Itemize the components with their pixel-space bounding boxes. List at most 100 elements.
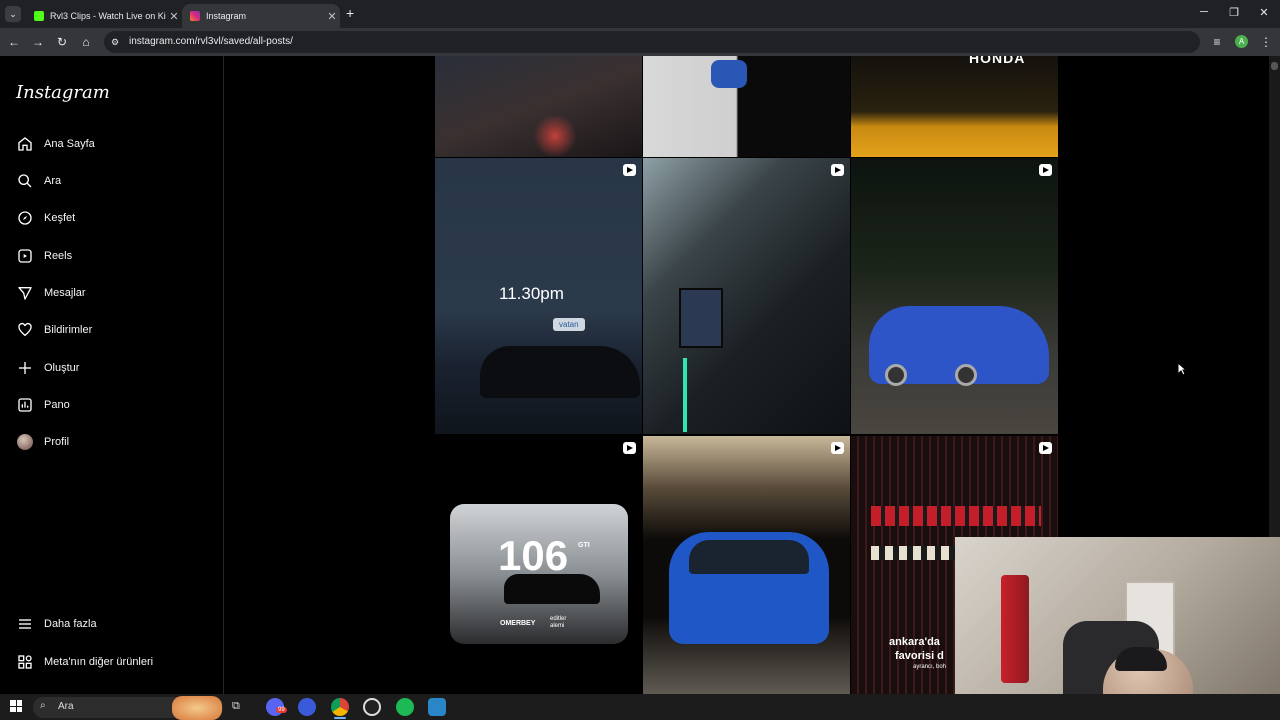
scrollbar-thumb[interactable] — [1271, 62, 1278, 70]
avatar-icon — [16, 433, 34, 451]
tab-search-button[interactable]: ⌄ — [5, 6, 21, 22]
hanging-scarf — [1001, 575, 1029, 683]
sidebar-item-create[interactable]: Oluştur — [12, 353, 212, 383]
tail-lights — [525, 116, 585, 156]
sidebar-item-label: Mesajlar — [44, 287, 86, 299]
car-shape — [504, 574, 600, 604]
close-window-icon[interactable]: ✕ — [1256, 6, 1272, 19]
spotify-icon[interactable] — [396, 698, 414, 716]
saved-post-tile[interactable]: 106 GTI OMERBEY editler alemi — [435, 436, 642, 694]
discord-badge: 99 — [276, 707, 287, 713]
plus-icon — [16, 359, 34, 377]
reload-icon[interactable]: ↻ — [54, 34, 70, 50]
sweater-pattern — [871, 506, 1041, 526]
mouse-cursor — [1177, 361, 1188, 381]
sidebar-item-dashboard[interactable]: Pano — [12, 390, 212, 420]
sidebar-item-label: Reels — [44, 250, 73, 262]
url-text[interactable]: instagram.com/rvl3vl/saved/all-posts/ — [129, 36, 293, 47]
promo-sup: GTI — [578, 542, 590, 549]
saved-post-tile[interactable]: HONDA — [851, 56, 1058, 157]
minimize-icon[interactable]: ─ — [1196, 6, 1212, 18]
saved-post-tile[interactable]: 11.30pm vatan — [435, 158, 642, 434]
forward-icon[interactable]: → — [30, 34, 46, 50]
app-icon[interactable] — [428, 698, 446, 716]
task-view-icon[interactable]: ⧉ — [232, 700, 240, 713]
saved-post-tile[interactable] — [851, 158, 1058, 434]
tab-instagram[interactable]: Instagram ✕ — [182, 4, 340, 28]
car-shape — [480, 346, 640, 398]
ambient-light — [683, 358, 687, 432]
time-caption: 11.30pm — [499, 284, 564, 303]
site-info-icon[interactable]: ⚙ — [111, 37, 119, 48]
sidebar-item-messages[interactable]: Mesajlar — [12, 278, 212, 308]
reel-icon — [831, 164, 844, 176]
close-tab-icon[interactable]: ✕ — [166, 10, 182, 23]
profile-avatar[interactable]: A — [1235, 35, 1248, 48]
close-tab-icon[interactable]: ✕ — [324, 10, 340, 23]
sweater-caption: favorisi d — [895, 650, 944, 662]
sidebar-item-label: Oluştur — [44, 362, 80, 374]
kick-favicon-icon — [34, 11, 44, 21]
new-tab-button[interactable]: + — [346, 5, 354, 21]
kebab-menu-icon[interactable]: ⋮ — [1258, 34, 1274, 50]
send-icon — [16, 284, 34, 302]
sidebar-item-label: Meta'nın diğer ürünleri — [44, 656, 154, 668]
sweater-caption: ayrancı, boh — [913, 664, 947, 670]
saved-post-tile[interactable] — [643, 56, 850, 157]
reel-icon — [831, 442, 844, 454]
sidebar-item-search[interactable]: Ara — [12, 166, 212, 196]
sidebar-item-label: Ana Sayfa — [44, 138, 95, 150]
saved-post-tile[interactable] — [435, 56, 642, 157]
browser-tab-strip: ⌄ Rvl3 Clips - Watch Live on Kick ✕ Inst… — [0, 0, 1280, 28]
apps-icon — [16, 653, 34, 671]
windows-start-icon[interactable] — [10, 700, 22, 712]
promo-brand: OMERBEY — [500, 620, 536, 627]
reading-list-icon[interactable]: ≡ — [1209, 34, 1225, 50]
wheel — [955, 364, 977, 386]
promo-number: 106 — [498, 532, 569, 579]
sidebar-item-more[interactable]: Daha fazla — [12, 609, 212, 639]
sidebar-item-meta-products[interactable]: Meta'nın diğer ürünleri — [12, 647, 212, 677]
reels-icon — [16, 247, 34, 265]
menu-icon — [16, 615, 34, 633]
saved-post-tile[interactable] — [643, 436, 850, 694]
dashboard-screen — [679, 288, 723, 348]
windshield — [689, 540, 809, 574]
sidebar: Instagram Ana Sayfa Ara Keşfet Reels Mes… — [0, 56, 224, 694]
home-icon — [16, 135, 34, 153]
sidebar-item-notifications[interactable]: Bildirimler — [12, 315, 212, 345]
compass-icon — [16, 209, 34, 227]
tab-title: Rvl3 Clips - Watch Live on Kick — [50, 11, 166, 21]
heart-icon — [16, 321, 34, 339]
back-icon[interactable]: ← — [6, 34, 22, 50]
search-icon — [16, 172, 34, 190]
sidebar-item-label: Ara — [44, 175, 62, 187]
search-icon: ⌕ — [40, 700, 46, 711]
beanie — [1115, 647, 1167, 671]
taskbar-search-placeholder[interactable]: Ara — [58, 701, 74, 712]
sidebar-item-reels[interactable]: Reels — [12, 241, 212, 271]
search-highlight-image — [172, 696, 222, 720]
instagram-favicon-icon — [190, 11, 200, 21]
chrome-icon[interactable] — [331, 698, 349, 716]
saved-post-tile[interactable] — [643, 158, 850, 434]
promo-card: 106 GTI OMERBEY editler alemi — [450, 504, 628, 644]
sidebar-item-explore[interactable]: Keşfet — [12, 203, 212, 233]
sidebar-item-label: Pano — [44, 399, 70, 411]
active-app-indicator — [334, 717, 346, 719]
obs-icon[interactable] — [363, 698, 381, 716]
wheel — [885, 364, 907, 386]
reel-icon — [1039, 164, 1052, 176]
sidebar-item-profile[interactable]: Profil — [12, 427, 212, 457]
restore-icon[interactable]: ❐ — [1226, 6, 1242, 19]
reel-icon — [623, 164, 636, 176]
sidebar-item-label: Bildirimler — [44, 324, 93, 336]
webcam-overlay — [955, 537, 1280, 720]
sign-text: vatan — [553, 318, 585, 331]
home-button-icon[interactable]: ⌂ — [78, 34, 94, 50]
sidebar-item-home[interactable]: Ana Sayfa — [12, 129, 212, 159]
promo-brand2: editler alemi — [550, 616, 567, 629]
tab-kick[interactable]: Rvl3 Clips - Watch Live on Kick ✕ — [26, 4, 182, 28]
instagram-logo[interactable]: Instagram — [16, 82, 110, 103]
app-icon[interactable] — [298, 698, 316, 716]
